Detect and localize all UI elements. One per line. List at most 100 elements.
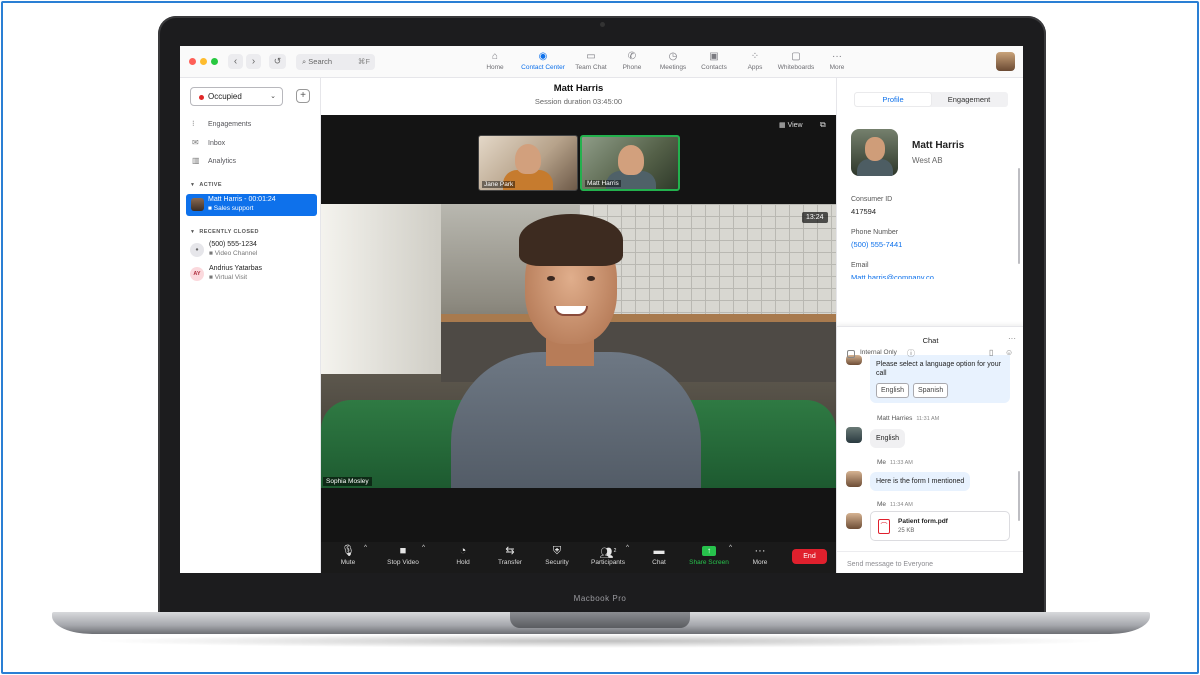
close-window-button[interactable] — [189, 58, 196, 65]
tab-more[interactable]: ··· More — [818, 50, 856, 76]
left-sidebar: Occupied ⌄ + ⁝ Engagements ✉ Inbox ▥ Analyt… — [180, 78, 321, 573]
chat-button[interactable]: ▬ Chat — [647, 544, 671, 566]
person-icon: ● — [190, 243, 204, 257]
tab-whiteboards[interactable]: ▢ Whiteboards — [777, 50, 815, 76]
chat-panel: Chat ··· Please select a language option… — [837, 326, 1023, 573]
share-options-caret[interactable]: ^ — [729, 544, 732, 551]
chevron-left-icon: ‹ — [233, 56, 238, 67]
avatar — [846, 471, 862, 487]
more-button[interactable]: ··· More — [747, 544, 773, 566]
forward-button[interactable]: › — [246, 54, 261, 69]
status-dropdown[interactable]: Occupied ⌄ — [190, 87, 283, 106]
popout-button[interactable]: ⧉ — [820, 120, 826, 130]
maximize-window-button[interactable] — [211, 58, 218, 65]
speaker-figure — [547, 276, 555, 281]
avatar: AY — [190, 267, 204, 281]
active-engagement-item[interactable]: Matt Harris - 00:01:24 ■ Sales support — [186, 194, 317, 216]
option-spanish-button[interactable]: Spanish — [912, 383, 949, 398]
search-shortcut: ⌘F — [357, 57, 370, 66]
avatar-figure — [857, 159, 893, 176]
participant-name: Matt Harris — [585, 180, 621, 187]
search-placeholder: Search — [308, 57, 333, 66]
tab-home[interactable]: ⌂ Home — [476, 50, 514, 76]
meeting-control-bar: 🎙︎ Mute ^ ■ Stop Video ^ ◔ Hold ⇆ Transfer ⛨… — [321, 542, 836, 573]
video-background — [321, 204, 441, 374]
video-options-caret[interactable]: ^ — [422, 544, 425, 551]
end-button[interactable]: End — [792, 549, 827, 564]
email-link[interactable]: Matt.harris@company.co — [851, 273, 934, 279]
emoji-icon[interactable]: ☺ — [1005, 348, 1013, 357]
participant-thumbnail-active[interactable]: Matt Harris — [580, 135, 680, 191]
sidebar-item-inbox[interactable]: ✉ Inbox — [192, 137, 225, 149]
laptop-shadow — [90, 634, 1110, 648]
chevron-right-icon: › — [251, 56, 256, 67]
language-prompt: Please select a language option for your… — [876, 361, 1001, 377]
view-button[interactable]: ▦ View — [779, 121, 803, 129]
engagement-title: Matt Harris - 00:01:24 — [208, 196, 276, 203]
tab-meetings[interactable]: ◷ Meetings — [654, 50, 692, 76]
list-item[interactable]: ● (500) 555-1234 ■ Video Channel — [190, 240, 318, 260]
share-screen-button[interactable]: ↑ Share Screen — [685, 544, 733, 566]
tab-engagement[interactable]: Engagement — [931, 93, 1007, 106]
avatar — [191, 198, 204, 211]
tab-contact-center[interactable]: ◉ Contact Center — [517, 50, 569, 76]
message-meta: Matt Harries 11:31 AM — [877, 415, 940, 422]
chat-scrollbar[interactable] — [1018, 471, 1020, 521]
user-avatar[interactable] — [996, 52, 1015, 71]
mute-options-caret[interactable]: ^ — [364, 544, 367, 551]
search-input[interactable]: ⌕ Search ⌘F — [296, 54, 375, 70]
speaker-figure — [451, 352, 701, 488]
recently-closed-header[interactable]: ▼ RECENTLY CLOSED — [190, 229, 259, 235]
file-icon[interactable]: ▯ — [989, 348, 993, 357]
minimize-window-button[interactable] — [200, 58, 207, 65]
chat-message-bubble: Here is the form I mentioned — [870, 472, 971, 491]
participants-button[interactable]: 👥︎2 Participants — [585, 544, 631, 566]
contacts-icon: ▣ — [709, 51, 719, 62]
session-duration: Session duration 03:45:00 — [534, 97, 623, 106]
transfer-button[interactable]: ⇆ Transfer — [493, 544, 527, 566]
status-value: Occupied — [208, 92, 242, 101]
phone-link[interactable]: (500) 555-7441 — [851, 240, 902, 249]
back-button[interactable]: ‹ — [228, 54, 243, 69]
list-item[interactable]: AY Andrius Yatarbas ■ Virtual Visit — [190, 264, 318, 284]
sidebar-item-engagements[interactable]: ⁝ Engagements — [192, 118, 251, 130]
internal-only-checkbox[interactable] — [847, 350, 855, 358]
file-attachment[interactable]: ⌒ Patient form.pdf 25 KB — [870, 511, 1010, 541]
tab-contacts[interactable]: ▣ Contacts — [695, 50, 733, 76]
add-button[interactable]: + — [296, 89, 310, 103]
whiteboards-icon: ▢ — [791, 51, 801, 62]
message-meta: Me 11:33 AM — [877, 459, 913, 466]
top-toolbar: ‹ › ↺ ⌕ Search ⌘F ⌂ Home ◉ Contact Center … — [180, 46, 1023, 78]
option-english-button[interactable]: English — [876, 383, 909, 398]
mute-button[interactable]: 🎙︎ Mute — [333, 544, 363, 566]
profile-scrollbar[interactable] — [1018, 168, 1020, 264]
chat-divider — [837, 551, 1023, 552]
history-button[interactable]: ↺ — [269, 54, 286, 69]
microphone-icon: 🎙︎ — [341, 545, 355, 557]
caret-down-icon: ▼ — [190, 182, 196, 188]
chat-message-input[interactable]: Send message to Everyone — [847, 561, 933, 568]
participant-thumbnail[interactable]: Jane Park — [478, 135, 578, 191]
team-chat-icon: ▭ — [586, 51, 596, 62]
security-button[interactable]: ⛨ Security — [540, 544, 574, 566]
tab-profile[interactable]: Profile — [855, 93, 931, 106]
hold-button[interactable]: ◔ Hold — [449, 544, 477, 566]
meetings-icon: ◷ — [668, 51, 678, 62]
profile-company: West AB — [912, 156, 943, 165]
info-icon[interactable]: ⓘ — [907, 348, 915, 359]
avatar — [846, 513, 862, 529]
profile-avatar — [851, 129, 898, 176]
participants-options-caret[interactable]: ^ — [626, 544, 629, 551]
app-screen: ‹ › ↺ ⌕ Search ⌘F ⌂ Home ◉ Contact Center … — [180, 46, 1023, 573]
participants-icon: 👥︎2 — [599, 547, 617, 560]
apps-icon: ⁘ — [750, 51, 760, 62]
participant-face — [515, 144, 541, 174]
external-link-icon: ⧉ — [820, 120, 826, 129]
chat-more-button[interactable]: ··· — [1008, 334, 1016, 343]
tab-phone[interactable]: ✆ Phone — [613, 50, 651, 76]
stop-video-button[interactable]: ■ Stop Video — [380, 544, 426, 566]
tab-team-chat[interactable]: ▭ Team Chat — [572, 50, 610, 76]
tab-apps[interactable]: ⁘ Apps — [736, 50, 774, 76]
active-section-header[interactable]: ▼ ACTIVE — [190, 182, 222, 188]
sidebar-item-analytics[interactable]: ▥ Analytics — [192, 155, 236, 167]
